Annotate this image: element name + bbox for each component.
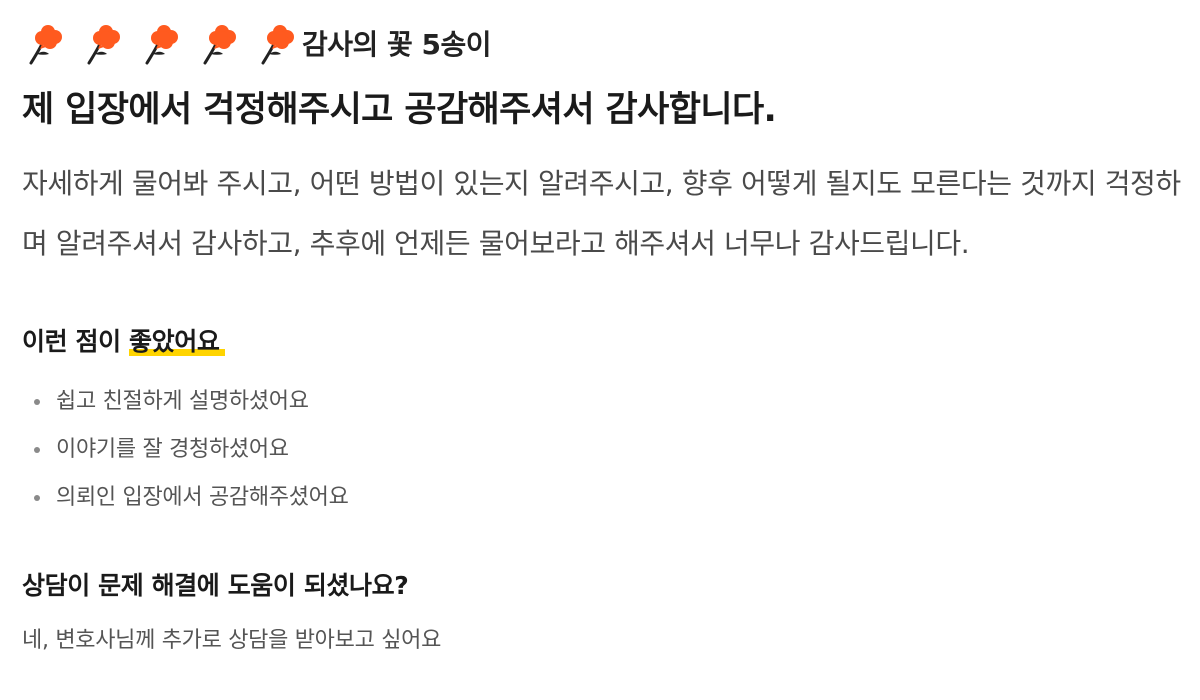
bullet-icon <box>34 447 40 453</box>
good-points-title-prefix: 이런 점이 <box>22 327 130 356</box>
flower-caption: 감사의 꽃 5송이 <box>302 28 492 61</box>
list-item-label: 쉽고 친절하게 설명하셨어요 <box>56 389 309 414</box>
good-points-title-highlight: 좋았어요 <box>129 327 226 356</box>
review-body: 자세하게 물어봐 주시고, 어떤 방법이 있는지 알려주시고, 향후 어떻게 될… <box>22 167 1181 260</box>
flower-icon <box>254 20 300 66</box>
flower-icon <box>22 20 68 66</box>
flower-icon <box>138 20 184 66</box>
list-item-label: 이야기를 잘 경청하셨어요 <box>56 437 289 462</box>
list-item-label: 의뢰인 입장에서 공감해주셨어요 <box>56 485 349 510</box>
review-card: 감사의 꽃 5송이 제 입장에서 걱정해주시고 공감해주셔서 감사합니다. 자세… <box>22 14 1182 654</box>
review-headline: 제 입장에서 걱정해주시고 공감해주셔서 감사합니다. <box>22 90 777 130</box>
list-item: 이야기를 잘 경청하셨어요 <box>22 426 1182 474</box>
flower-icon <box>80 20 126 66</box>
bullet-icon <box>34 399 40 405</box>
good-points-title: 이런 점이 좋았어요 <box>22 322 226 358</box>
help-question-answer: 네, 변호사님께 추가로 상담을 받아보고 싶어요 <box>22 628 442 653</box>
list-item: 의뢰인 입장에서 공감해주셨어요 <box>22 474 1182 522</box>
flower-icon <box>196 20 242 66</box>
good-points-list: 쉽고 친절하게 설명하셨어요 이야기를 잘 경청하셨어요 의뢰인 입장에서 공감… <box>22 378 1182 522</box>
bullet-icon <box>34 495 40 501</box>
list-item: 쉽고 친절하게 설명하셨어요 <box>22 378 1182 426</box>
help-question-title: 상담이 문제 해결에 도움이 되셨나요? <box>22 571 409 600</box>
flower-rating: 감사의 꽃 5송이 <box>22 14 1182 72</box>
